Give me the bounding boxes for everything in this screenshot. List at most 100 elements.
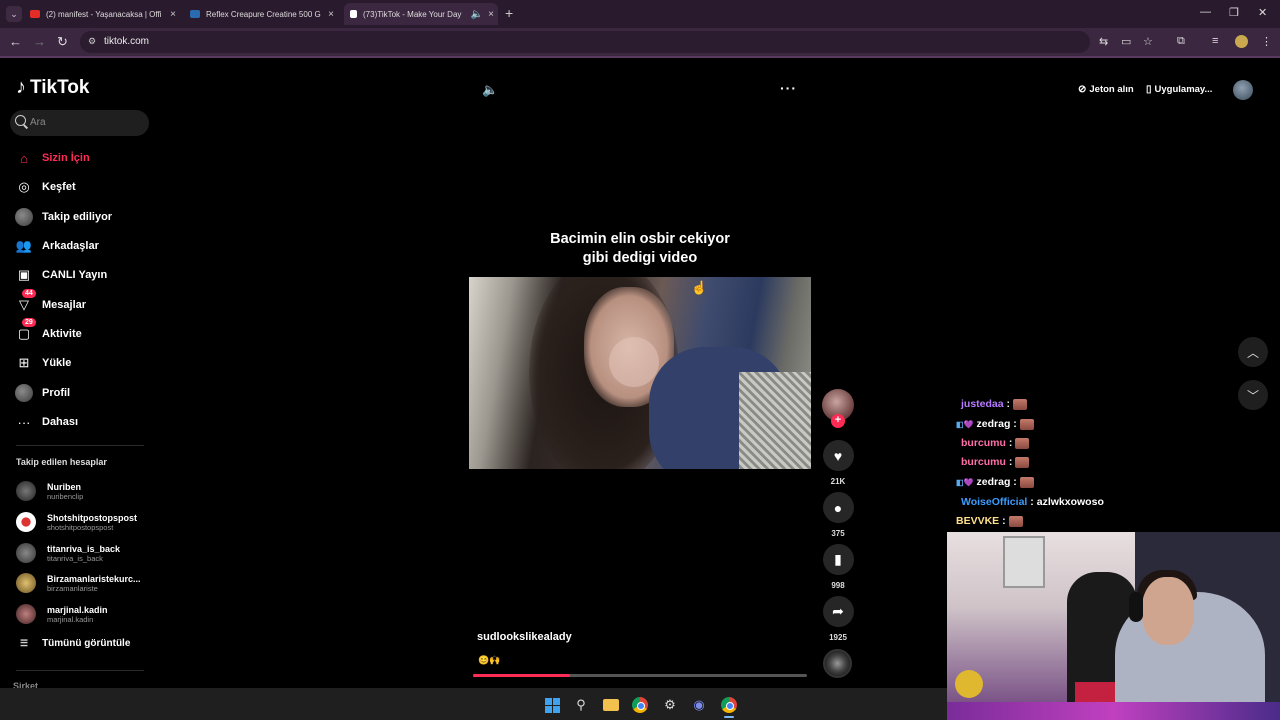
back-icon[interactable]: ←: [9, 34, 22, 49]
bookmark-icon: ▮: [822, 544, 854, 575]
sidebar-item-messages[interactable]: ▽ 44 Mesajlar: [14, 289, 86, 316]
emote-icon: [1019, 418, 1034, 430]
discord-icon[interactable]: ◉: [690, 696, 708, 714]
site-info-icon[interactable]: ⚙: [88, 36, 96, 47]
save-button[interactable]: ▮ 998: [822, 544, 854, 590]
new-tab-button[interactable]: +: [505, 5, 513, 21]
follow-plus-button[interactable]: +: [831, 414, 845, 428]
sidebar-divider: [16, 670, 144, 671]
more-options-icon[interactable]: ···: [780, 80, 797, 96]
chat-line: burcumu :: [956, 456, 1030, 468]
audio-playing-icon[interactable]: 🔈: [470, 9, 484, 20]
following-avatar-icon: [14, 207, 34, 227]
chat-badges: ◧💜: [956, 419, 974, 429]
search-input[interactable]: Ara: [10, 110, 149, 136]
sidebar-item-following[interactable]: Takip ediliyor: [14, 206, 112, 228]
activity-badge: 29: [22, 318, 36, 327]
followed-account[interactable]: Nuriben nuribenclip: [16, 478, 83, 504]
site-favicon-icon: [190, 10, 200, 18]
sidebar-item-friends[interactable]: 👥 Arkadaşlar: [14, 235, 99, 257]
extensions-icon[interactable]: ⧉: [1177, 35, 1185, 48]
video-author[interactable]: sudlookslikealady: [477, 631, 572, 643]
reload-icon[interactable]: ↻: [57, 34, 68, 50]
windows-taskbar: [0, 688, 947, 720]
sidebar-item-activity[interactable]: ▢ 29 Aktivite: [14, 318, 82, 345]
chrome-active-icon[interactable]: [720, 696, 738, 714]
messages-badge: 44: [22, 289, 36, 298]
browser-tab-active[interactable]: (73)TikTok - Make Your Day 🔈 ×: [344, 3, 498, 25]
share-button[interactable]: ➦ 1925: [822, 596, 854, 642]
close-window-icon[interactable]: ✕: [1258, 6, 1267, 19]
browser-tab-bar: ⌄ (2) manifest - Yaşanacaksa | Offi × Re…: [0, 0, 1280, 28]
next-video-button[interactable]: ﹀: [1238, 380, 1268, 410]
tiktok-note-icon: ♪: [16, 76, 26, 98]
heart-icon: ♥: [822, 440, 854, 471]
video-caption-overlay: Bacimin elin osbir cekiyor gibi dedigi v…: [550, 231, 730, 266]
app-icon[interactable]: ⚙: [661, 696, 679, 714]
activity-icon: ▢ 29: [14, 318, 36, 344]
close-tab-icon[interactable]: ×: [324, 9, 338, 20]
chat-line: burcumu :: [956, 437, 1030, 449]
address-bar[interactable]: ⚙ tiktok.com: [80, 31, 1090, 53]
cast-icon[interactable]: ▭: [1121, 35, 1131, 48]
previous-video-button[interactable]: ︿: [1238, 337, 1268, 367]
media-controls-icon[interactable]: ≡: [1212, 35, 1218, 47]
tiktok-logo[interactable]: ♪ TikTok: [16, 76, 89, 99]
comment-button[interactable]: ● 375: [822, 492, 854, 538]
browser-profile-avatar[interactable]: [1235, 35, 1248, 48]
video-progress-bar[interactable]: [473, 674, 807, 677]
avatar: [16, 604, 36, 624]
following-header: Takip edilen hesaplar: [16, 457, 107, 467]
chat-line: WoiseOfficial : azlwkxowoso: [961, 496, 1104, 508]
followed-account[interactable]: Shotshitpostopspost shotshitpostopspost: [16, 509, 137, 535]
get-app-button[interactable]: ▯ Uygulamay...: [1146, 84, 1212, 95]
minimize-icon[interactable]: —: [1200, 6, 1211, 18]
search-icon[interactable]: ⚲: [572, 696, 590, 714]
translate-icon[interactable]: ⇆: [1099, 35, 1108, 48]
close-tab-icon[interactable]: ×: [166, 9, 180, 20]
share-count: 1925: [829, 633, 847, 642]
restore-icon[interactable]: ❐: [1229, 6, 1239, 19]
like-button[interactable]: ♥ 21K: [822, 440, 854, 486]
youtube-icon: [30, 10, 40, 18]
music-disc-icon[interactable]: [823, 649, 852, 678]
volume-icon[interactable]: 🔈: [482, 82, 498, 98]
file-explorer-icon[interactable]: [602, 696, 620, 714]
user-avatar[interactable]: [1233, 80, 1253, 100]
followed-account[interactable]: Birzamanlaristekurc... birzamanlariste: [16, 570, 141, 596]
mouse-cursor: ☝: [691, 280, 708, 295]
followed-account[interactable]: titanriva_is_back titanriva_is_back: [16, 540, 120, 566]
windows-start-icon[interactable]: [543, 696, 561, 714]
save-count: 998: [831, 581, 845, 590]
sidebar-item-explore[interactable]: ◎ Keşfet: [14, 176, 75, 198]
tab-search-button[interactable]: ⌄: [6, 6, 22, 22]
forward-icon[interactable]: →: [33, 34, 46, 49]
chat-line: ◧💜 zedrag :: [956, 476, 1034, 488]
live-icon: ▣: [17, 267, 31, 282]
sidebar-item-upload[interactable]: ⊞ Yükle: [14, 352, 72, 374]
browser-tab[interactable]: (2) manifest - Yaşanacaksa | Offi ×: [30, 3, 180, 25]
close-tab-icon[interactable]: ×: [484, 9, 498, 20]
browser-tab[interactable]: Reflex Creapure Creatine 500 G ×: [190, 3, 338, 25]
streamer-webcam: [947, 532, 1280, 720]
video-player[interactable]: [469, 277, 811, 469]
chat-line: ◧💜 zedrag :: [956, 418, 1034, 430]
share-arrow-icon: ➦: [822, 596, 854, 627]
sidebar-item-more[interactable]: ··· Dahası: [14, 411, 79, 433]
chat-badges: ◧💜: [956, 477, 974, 487]
sidebar-item-live[interactable]: ▣ CANLI Yayın: [14, 264, 107, 286]
like-count: 21K: [830, 477, 846, 486]
sidebar-item-profile[interactable]: Profil: [14, 382, 70, 404]
comment-count: 375: [831, 529, 845, 538]
address-toolbar: ← → ↻ ⚙ tiktok.com ⇆ ▭ ☆ ⧉ ≡ ⋮: [0, 28, 1280, 56]
see-all-following-link[interactable]: ☰ Tümünü görüntüle: [20, 638, 130, 649]
home-icon: ⌂: [20, 150, 28, 166]
followed-account[interactable]: marjinal.kadin marjinal.kadin: [16, 601, 108, 627]
chrome-icon[interactable]: [631, 696, 649, 714]
bookmark-star-icon[interactable]: ☆: [1143, 35, 1153, 48]
phone-icon: ▯: [1146, 84, 1152, 95]
sidebar-item-for-you[interactable]: ⌂ Sizin İçin: [14, 147, 90, 169]
more-dots-icon: ···: [17, 414, 31, 430]
chrome-menu-icon[interactable]: ⋮: [1261, 35, 1272, 48]
get-coins-button[interactable]: ⊘ Jeton alın: [1078, 84, 1134, 95]
